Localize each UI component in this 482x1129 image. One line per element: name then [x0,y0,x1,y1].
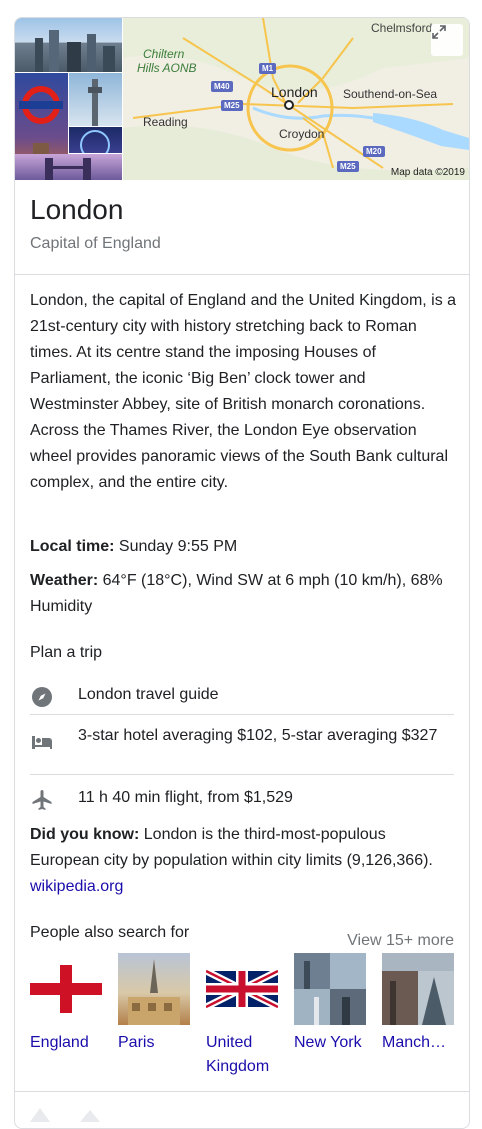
map-label-london: London [271,84,318,100]
pasf-item-new-york[interactable]: New York [294,953,366,1055]
weather-fact: Weather: 64°F (18°C), Wind SW at 6 mph (… [30,568,458,620]
paris-image [118,953,190,1025]
entity-subtitle: Capital of England [30,235,161,252]
pasf-item-manchester[interactable]: Manch… [382,953,454,1055]
manchester-image [382,953,454,1025]
plan-divider [30,774,454,775]
header-divider [15,274,469,275]
entity-description: London, the capital of England and the U… [30,292,457,491]
wikipedia-link[interactable]: wikipedia.org [30,878,123,895]
road-shield-m1: M1 [259,63,277,74]
photo-tower-bridge[interactable] [15,154,122,180]
photo-london-eye[interactable] [69,127,122,153]
airplane-icon [32,790,52,810]
road-shield-m20: M20 [363,146,385,157]
pasf-label: United Kingdom [206,1034,270,1075]
new-york-image [294,953,366,1025]
plan-divider [30,714,454,715]
footer-divider [15,1091,469,1092]
pasf-item-paris[interactable]: Paris [118,953,190,1055]
road-shield-m25-south: M25 [337,161,359,172]
people-also-search-title: People also search for [30,924,190,941]
knowledge-panel: Chelmsford Chiltern Hills AONB London So… [14,17,470,1129]
road-shield-m25: M25 [221,100,243,111]
plan-item-label: 11 h 40 min flight, from $1,529 [78,789,293,806]
footer-partial-icon [30,1108,100,1122]
view-more-link[interactable]: View 15+ more [347,932,454,950]
photo-bt-tower[interactable] [69,73,122,126]
plan-item-label: London travel guide [78,686,219,703]
local-time-label: Local time: [30,538,115,555]
map-label-chelmsford: Chelmsford [371,21,433,35]
pasf-label: Manch… [382,1034,447,1051]
local-time-value: Sunday 9:55 PM [114,538,238,555]
england-flag-image [30,953,102,1025]
photo-city-skyline[interactable] [15,18,122,72]
weather-label: Weather: [30,572,99,589]
compass-icon [32,687,52,707]
pasf-label: New York [294,1034,362,1051]
map-label-croydon: Croydon [279,127,325,141]
entity-title: London [30,194,124,225]
pasf-item-united-kingdom[interactable]: United Kingdom [206,953,278,1079]
map-label-southend: Southend-on-Sea [343,87,438,101]
did-you-know-label: Did you know: [30,826,140,843]
pasf-item-england[interactable]: England [30,953,102,1055]
map-thumbnail[interactable]: Chelmsford Chiltern Hills AONB London So… [123,18,469,180]
local-time-fact: Local time: Sunday 9:55 PM [30,534,458,560]
plan-trip-title: Plan a trip [30,644,103,661]
hero-gallery: Chelmsford Chiltern Hills AONB London So… [15,18,469,180]
expand-map-button[interactable] [431,24,463,56]
plan-item-label: 3-star hotel averaging $102, 5-star aver… [78,727,438,744]
map-label-chiltern: Chiltern [143,47,185,61]
pasf-label: Paris [118,1034,155,1051]
uk-flag-image [206,953,278,1025]
road-shield-m40: M40 [211,81,233,92]
map-label-chiltern-aonb: Hills AONB [137,61,197,75]
expand-icon [432,25,446,39]
pasf-label: England [30,1034,89,1051]
map-attribution: Map data ©2019 [390,167,465,178]
map-label-reading: Reading [143,115,188,129]
did-you-know: Did you know: London is the third-most-p… [30,822,458,900]
hotel-bed-icon [32,736,52,749]
